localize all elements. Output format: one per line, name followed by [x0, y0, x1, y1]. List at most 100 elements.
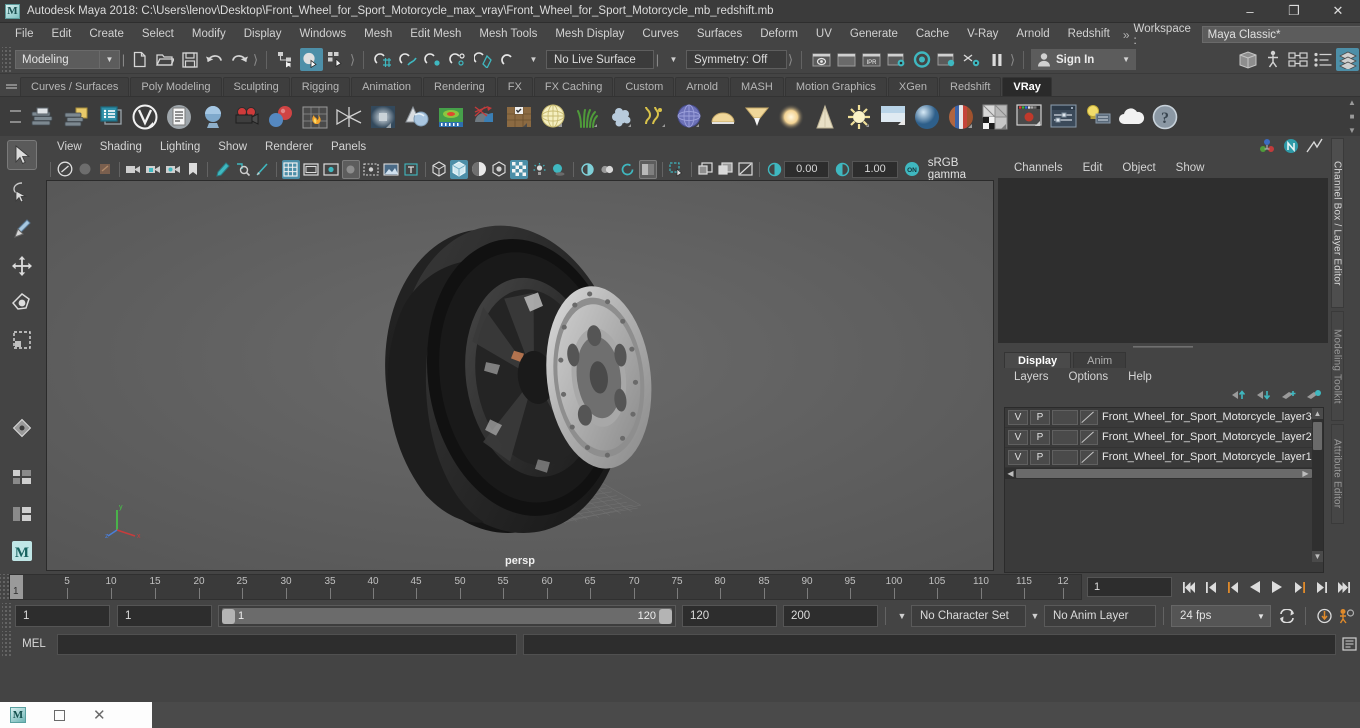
- next-key-button[interactable]: [1311, 576, 1331, 598]
- shade-with-wireframe-icon[interactable]: [470, 160, 488, 179]
- layout-four-view-button[interactable]: [7, 462, 37, 492]
- side-tab-modeling-toolkit[interactable]: Modeling Toolkit: [1330, 311, 1344, 421]
- viewport-menu-shading[interactable]: Shading: [91, 136, 151, 158]
- move-layer-down-icon[interactable]: [1256, 389, 1272, 404]
- symmetry-chevron-down-icon[interactable]: ▼: [662, 48, 685, 71]
- range-end-field[interactable]: 200: [783, 605, 878, 627]
- texture-toggle-icon[interactable]: [510, 159, 529, 179]
- move-layer-up-icon[interactable]: [1231, 389, 1247, 404]
- vray-settings-panel-icon[interactable]: [1047, 101, 1079, 133]
- xray-active-icon[interactable]: [716, 160, 734, 179]
- grid-toggle-icon[interactable]: [281, 159, 300, 179]
- layer-playback-toggle[interactable]: P: [1030, 449, 1050, 465]
- lasso-tool-button[interactable]: [7, 177, 37, 207]
- menu-modify[interactable]: Modify: [183, 23, 235, 46]
- shelf-tab-mash[interactable]: MASH: [730, 77, 784, 96]
- viewport-menu-view[interactable]: View: [48, 136, 91, 158]
- vray-cloud-icon[interactable]: [1115, 101, 1147, 133]
- layer-help-menu[interactable]: Help: [1118, 371, 1162, 383]
- shelf-tab-curves-surfaces[interactable]: Curves / Surfaces: [20, 77, 130, 96]
- vray-render-settings-icon[interactable]: [95, 101, 127, 133]
- render-current-frame-icon[interactable]: [810, 48, 833, 71]
- shelf-grip[interactable]: [2, 74, 20, 96]
- maximize-button[interactable]: ❐: [1272, 0, 1316, 23]
- anim-end-field[interactable]: 120: [682, 605, 777, 627]
- grease-pencil-icon[interactable]: [213, 160, 231, 179]
- layer-list-hscrollbar[interactable]: ◀ ▶: [1005, 467, 1323, 479]
- vray-open-folder-icon[interactable]: [61, 101, 93, 133]
- character-set-field[interactable]: No Character Set: [911, 605, 1026, 627]
- vray-dome-light-icon[interactable]: [537, 101, 569, 133]
- menu-mesh[interactable]: Mesh: [355, 23, 401, 46]
- gate-mask-icon[interactable]: [341, 159, 360, 179]
- shelf-tab-motion-graphics[interactable]: Motion Graphics: [784, 77, 887, 96]
- vray-sun-icon[interactable]: [843, 101, 875, 133]
- vray-dome-hemisphere-icon[interactable]: [707, 101, 739, 133]
- vray-multi-material-icon[interactable]: [945, 101, 977, 133]
- film-gate-icon[interactable]: [302, 160, 320, 179]
- bookmark-dim-icon[interactable]: [76, 160, 94, 179]
- menu-arnold[interactable]: Arnold: [1007, 23, 1058, 46]
- workspace-select[interactable]: Maya Classic* ▼: [1201, 26, 1360, 43]
- close-button[interactable]: ✕: [1316, 0, 1360, 23]
- table-row[interactable]: V P Front_Wheel_for_Sport_Motorcycle_lay…: [1005, 448, 1323, 468]
- playback-speed-select[interactable]: 24 fps ▼: [1171, 605, 1271, 627]
- resolution-gate-icon[interactable]: [322, 160, 340, 179]
- smooth-shade-all-icon[interactable]: [450, 159, 469, 179]
- layer-type-toggle[interactable]: [1052, 409, 1078, 425]
- scale-tool-button[interactable]: [7, 325, 37, 355]
- menu-surfaces[interactable]: Surfaces: [688, 23, 751, 46]
- camera-settings-icon[interactable]: [164, 160, 182, 179]
- modeling-toolkit-tab-icon[interactable]: [1282, 138, 1300, 157]
- layer-type-toggle[interactable]: [1052, 429, 1078, 445]
- layer-options-menu[interactable]: Options: [1059, 371, 1119, 383]
- open-scene-icon[interactable]: [153, 48, 176, 71]
- exposure-icon[interactable]: [765, 160, 783, 179]
- current-frame-field[interactable]: 1: [1087, 577, 1172, 597]
- snap-to-point-icon[interactable]: [422, 48, 445, 71]
- menu-file[interactable]: File: [6, 23, 43, 46]
- layer-playback-toggle[interactable]: P: [1030, 429, 1050, 445]
- viewport-3d[interactable]: y x z persp: [46, 180, 994, 571]
- hscroll-thumb[interactable]: [1016, 468, 1312, 478]
- command-output[interactable]: [523, 633, 1336, 655]
- vray-frame-buffer-icon[interactable]: [1013, 101, 1045, 133]
- character-set-chevron-down-icon[interactable]: ▼: [893, 611, 911, 621]
- exposure-field[interactable]: 0.00: [784, 160, 830, 178]
- symmetry-field[interactable]: Symmetry: Off: [686, 50, 787, 69]
- scroll-down-icon[interactable]: ▼: [1312, 551, 1323, 562]
- layer-color-swatch[interactable]: [1080, 409, 1098, 425]
- redo-render-icon[interactable]: [835, 48, 858, 71]
- use-default-material-icon[interactable]: [490, 160, 508, 179]
- tab-anim-layers[interactable]: Anim: [1073, 351, 1127, 368]
- scroll-left-icon[interactable]: ◀: [1005, 468, 1016, 479]
- use-all-lights-icon[interactable]: [530, 160, 548, 179]
- move-tool-button[interactable]: [7, 251, 37, 281]
- channelbox-show-menu[interactable]: Show: [1166, 162, 1215, 174]
- vray-plane-icon[interactable]: [333, 101, 365, 133]
- vray-camera-icon[interactable]: [231, 101, 263, 133]
- menu-windows[interactable]: Windows: [290, 23, 355, 46]
- command-line-grip[interactable]: [2, 631, 11, 657]
- range-slider-left-handle[interactable]: [222, 608, 235, 624]
- sign-in-button[interactable]: Sign In ▼: [1031, 49, 1136, 70]
- menu-edit-mesh[interactable]: Edit Mesh: [401, 23, 470, 46]
- shelf-tab-poly-modeling[interactable]: Poly Modeling: [130, 77, 222, 96]
- gamma-field[interactable]: 1.00: [852, 160, 898, 178]
- menuset-select[interactable]: Modeling: [15, 50, 100, 69]
- tab-display-layers[interactable]: Display: [1004, 351, 1072, 368]
- ipr-render-icon[interactable]: IPR: [860, 48, 883, 71]
- vray-material-icon[interactable]: [197, 101, 229, 133]
- vray-light-rect-icon[interactable]: [367, 101, 399, 133]
- text-overlay-icon[interactable]: [402, 160, 420, 179]
- vray-logo-icon[interactable]: [129, 101, 161, 133]
- step-forward-frame-button[interactable]: [1289, 576, 1309, 598]
- universal-manipulator-button[interactable]: [7, 413, 37, 443]
- table-row[interactable]: V P Front_Wheel_for_Sport_Motorcycle_lay…: [1005, 408, 1323, 428]
- shelf-tab-fx-caching[interactable]: FX Caching: [533, 77, 614, 96]
- playback-loop-button[interactable]: [1277, 605, 1297, 627]
- vray-save-icon[interactable]: [27, 101, 59, 133]
- live-surface-field[interactable]: No Live Surface: [546, 50, 654, 69]
- script-language-label[interactable]: MEL: [11, 638, 57, 650]
- make-live-icon[interactable]: [497, 48, 520, 71]
